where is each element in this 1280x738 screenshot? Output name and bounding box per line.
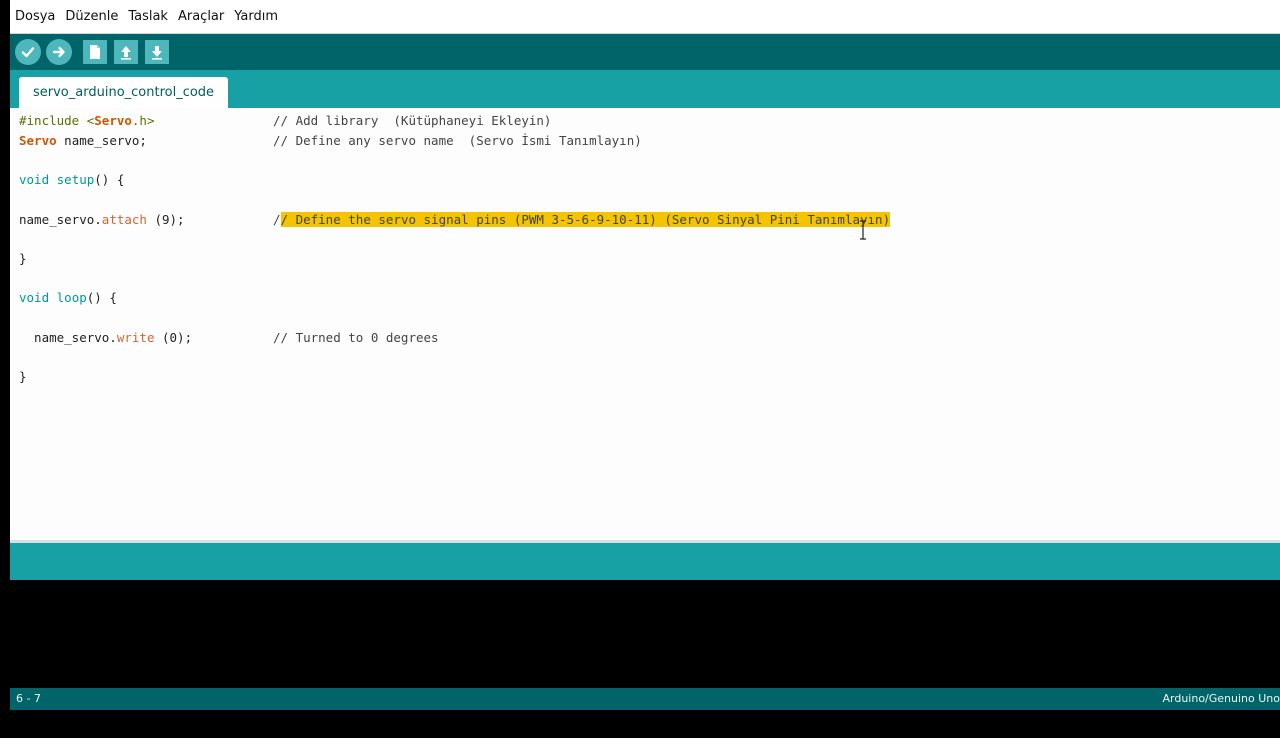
menu-tools[interactable]: Araçlar bbox=[173, 0, 229, 33]
code-token: attach bbox=[101, 212, 147, 227]
check-icon bbox=[21, 47, 35, 58]
code-token: () { bbox=[86, 290, 117, 305]
code-token: name_servo. bbox=[19, 330, 117, 345]
code-token: void bbox=[19, 290, 50, 305]
tab-servo-arduino-control-code[interactable]: servo_arduino_control_code bbox=[19, 77, 229, 108]
board-indicator: Arduino/Genuino Uno bbox=[1162, 692, 1280, 705]
code-token: loop bbox=[56, 290, 87, 305]
code-token: .h> bbox=[131, 113, 155, 128]
code-line-2: Servo name_servo; bbox=[19, 131, 147, 151]
menu-help[interactable]: Yardım bbox=[229, 0, 283, 33]
code-token: #include < bbox=[19, 113, 95, 128]
menu-sketch[interactable]: Taslak bbox=[123, 0, 173, 33]
code-token: (0); bbox=[154, 330, 193, 345]
code-editor[interactable]: #include <Servo.h> // Add library (Kütüp… bbox=[10, 108, 1280, 540]
code-line-12: name_servo.write (0); bbox=[19, 328, 192, 348]
console-output[interactable] bbox=[10, 580, 1280, 688]
open-button[interactable] bbox=[114, 40, 138, 64]
menu-bar: Dosya Düzenle Taslak Araçlar Yardım bbox=[10, 0, 1280, 34]
code-token: (9); bbox=[146, 212, 185, 227]
open-up-icon bbox=[121, 46, 131, 60]
code-line-4: void setup() { bbox=[19, 170, 124, 190]
code-token: name_servo. bbox=[19, 212, 102, 227]
code-comment-12: // Turned to 0 degrees bbox=[273, 330, 439, 345]
code-line-10: void loop() { bbox=[19, 288, 117, 308]
verify-button[interactable] bbox=[15, 39, 41, 65]
line-indicator: 6 - 7 bbox=[16, 692, 41, 705]
tab-bar: servo_arduino_control_code bbox=[10, 70, 1280, 108]
save-button[interactable] bbox=[145, 40, 169, 64]
toolbar bbox=[10, 34, 1280, 70]
code-line-14: } bbox=[19, 369, 27, 384]
code-line-6: name_servo.attach (9); bbox=[19, 210, 185, 230]
upload-button[interactable] bbox=[46, 39, 72, 65]
code-line-1: #include <Servo.h> bbox=[19, 111, 154, 131]
status-bar: 6 - 7 Arduino/Genuino Uno bbox=[10, 688, 1280, 710]
save-down-icon bbox=[152, 46, 162, 60]
arrow-right-icon bbox=[52, 46, 65, 58]
code-line-8: } bbox=[19, 251, 27, 266]
code-token: name_servo; bbox=[56, 133, 147, 148]
window-left-edge bbox=[0, 0, 10, 738]
code-token: write bbox=[116, 330, 155, 345]
code-comment-2: // Define any servo name (Servo İsmi Tan… bbox=[273, 133, 642, 148]
code-token: Servo bbox=[94, 113, 132, 128]
code-token: / bbox=[273, 212, 281, 227]
new-file-icon bbox=[90, 45, 100, 59]
selected-text: / Define the servo signal pins (PWM 3-5-… bbox=[280, 212, 891, 227]
menu-file[interactable]: Dosya bbox=[10, 0, 60, 33]
text-cursor-icon bbox=[860, 220, 866, 240]
code-token: Servo bbox=[19, 133, 57, 148]
code-comment-1: // Add library (Kütüphaneyi Ekleyin) bbox=[273, 113, 552, 128]
menu-edit[interactable]: Düzenle bbox=[60, 0, 123, 33]
code-token: setup bbox=[56, 172, 95, 187]
code-comment-6: // Define the servo signal pins (PWM 3-5… bbox=[273, 210, 891, 230]
message-area bbox=[10, 543, 1280, 580]
new-sketch-button[interactable] bbox=[83, 40, 107, 64]
code-token: () { bbox=[94, 172, 125, 187]
code-token: void bbox=[19, 172, 50, 187]
